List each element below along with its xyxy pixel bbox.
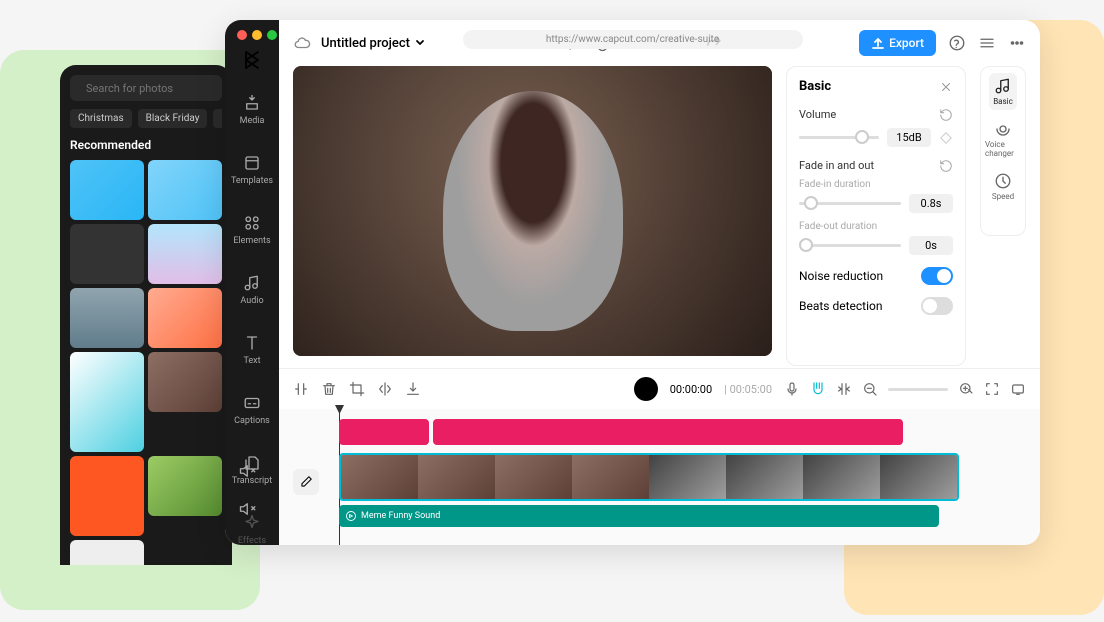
- rail-templates[interactable]: Templates: [231, 154, 273, 186]
- mute-icon[interactable]: [239, 462, 257, 480]
- audio-icon: [345, 510, 357, 522]
- volume-slider[interactable]: [799, 136, 879, 139]
- beats-toggle[interactable]: [921, 297, 953, 315]
- magnet-icon[interactable]: [810, 381, 826, 397]
- photo-thumb[interactable]: [70, 540, 144, 565]
- timeline-toolbar: 00:00:00 | 00:05:00: [279, 368, 1040, 409]
- upload-icon: [871, 36, 885, 50]
- edit-track-icon[interactable]: [293, 469, 319, 495]
- photo-thumb[interactable]: [70, 224, 144, 284]
- keyframe-icon[interactable]: [939, 131, 953, 145]
- tab-speed[interactable]: Speed: [988, 168, 1018, 205]
- fade-in-label: Fade-in duration: [799, 179, 953, 190]
- photo-thumb[interactable]: [148, 352, 222, 412]
- reset-icon[interactable]: [939, 159, 953, 173]
- layers-icon[interactable]: [978, 34, 996, 52]
- noise-label: Noise reduction: [799, 269, 883, 283]
- photo-thumb[interactable]: [70, 352, 144, 452]
- photo-search[interactable]: [70, 75, 222, 101]
- close-icon[interactable]: [939, 80, 953, 94]
- photo-thumb[interactable]: [148, 456, 222, 516]
- video-track[interactable]: [339, 453, 959, 501]
- minimize-window[interactable]: [252, 30, 262, 40]
- fade-in-value: 0.8s: [909, 194, 953, 213]
- panel-title: Basic: [799, 79, 831, 94]
- play-button[interactable]: [634, 377, 658, 401]
- timeline[interactable]: Meme Funny Sound: [279, 409, 1040, 545]
- export-button[interactable]: Export: [859, 30, 936, 56]
- rail-media[interactable]: Media: [240, 94, 265, 126]
- url-bar: https://www.capcut.com/creative-suite: [463, 30, 803, 49]
- rail-captions[interactable]: Captions: [234, 394, 270, 426]
- crop-icon[interactable]: [349, 381, 365, 397]
- close-window[interactable]: [237, 30, 247, 40]
- more-icon[interactable]: [1008, 34, 1026, 52]
- rail-elements[interactable]: Elements: [233, 214, 270, 246]
- delete-icon[interactable]: [321, 381, 337, 397]
- recommended-heading: Recommended: [70, 138, 222, 152]
- editor-window: https://www.capcut.com/creative-suite Me…: [225, 20, 1040, 545]
- redo-button[interactable]: [705, 34, 723, 52]
- music-icon: [994, 77, 1012, 95]
- window-controls: [237, 30, 277, 40]
- rail-audio[interactable]: Audio: [240, 274, 263, 306]
- chevron-down-icon: [414, 37, 426, 49]
- volume-label: Volume: [799, 108, 836, 122]
- snap-icon[interactable]: [836, 381, 852, 397]
- photo-search-input[interactable]: [86, 82, 226, 95]
- cloud-icon: [293, 34, 311, 52]
- zoom-slider[interactable]: [888, 388, 948, 391]
- mirror-icon[interactable]: [377, 381, 393, 397]
- rail-text[interactable]: Text: [243, 334, 261, 366]
- photo-filter-chips: Christmas Black Friday black: [70, 109, 222, 128]
- app-logo: [240, 48, 264, 72]
- voice-icon: [994, 120, 1012, 138]
- tab-voice[interactable]: Voice changer: [981, 116, 1025, 162]
- photo-thumb[interactable]: [148, 288, 222, 348]
- fit-icon[interactable]: [984, 381, 1000, 397]
- photo-thumb[interactable]: [148, 224, 222, 284]
- photo-library: Christmas Black Friday black Recommended: [60, 65, 232, 565]
- track-overlay-2[interactable]: [433, 419, 903, 445]
- preview-canvas[interactable]: [293, 66, 772, 356]
- fade-out-value: 0s: [909, 236, 953, 255]
- mic-icon[interactable]: [784, 381, 800, 397]
- tab-basic[interactable]: Basic: [989, 73, 1017, 110]
- fade-out-slider[interactable]: [799, 244, 901, 247]
- reset-icon[interactable]: [939, 108, 953, 122]
- noise-toggle[interactable]: [921, 267, 953, 285]
- volume-value: 15dB: [887, 128, 931, 147]
- help-icon[interactable]: [948, 34, 966, 52]
- fade-label: Fade in and out: [799, 159, 874, 173]
- download-icon[interactable]: [405, 381, 421, 397]
- chip-black[interactable]: black: [213, 109, 222, 128]
- split-icon[interactable]: [293, 381, 309, 397]
- project-title[interactable]: Untitled project: [321, 36, 426, 51]
- chip-blackfriday[interactable]: Black Friday: [138, 109, 208, 128]
- photo-grid: [70, 160, 222, 565]
- audio-track[interactable]: Meme Funny Sound: [339, 505, 939, 527]
- current-time: 00:00:00: [670, 383, 712, 396]
- photo-thumb[interactable]: [70, 456, 144, 536]
- zoom-in-icon[interactable]: [958, 381, 974, 397]
- fade-in-slider[interactable]: [799, 202, 901, 205]
- zoom-out-icon[interactable]: [862, 381, 878, 397]
- right-rail: Basic Voice changer Speed: [980, 66, 1026, 236]
- photo-thumb[interactable]: [70, 160, 144, 220]
- duration: | 00:05:00: [724, 383, 772, 396]
- mute-icon[interactable]: [239, 500, 257, 518]
- chip-christmas[interactable]: Christmas: [70, 109, 132, 128]
- speed-icon: [994, 172, 1012, 190]
- fullscreen-icon[interactable]: [1010, 381, 1026, 397]
- properties-panel: Basic Volume 15dB Fade: [786, 66, 966, 366]
- track-overlay-1[interactable]: [339, 419, 429, 445]
- play-icon: [641, 384, 651, 394]
- fade-out-label: Fade-out duration: [799, 221, 953, 232]
- photo-thumb[interactable]: [70, 288, 144, 348]
- maximize-window[interactable]: [267, 30, 277, 40]
- beats-label: Beats detection: [799, 299, 882, 313]
- rail-effects[interactable]: Effects: [238, 514, 266, 545]
- photo-thumb[interactable]: [148, 160, 222, 220]
